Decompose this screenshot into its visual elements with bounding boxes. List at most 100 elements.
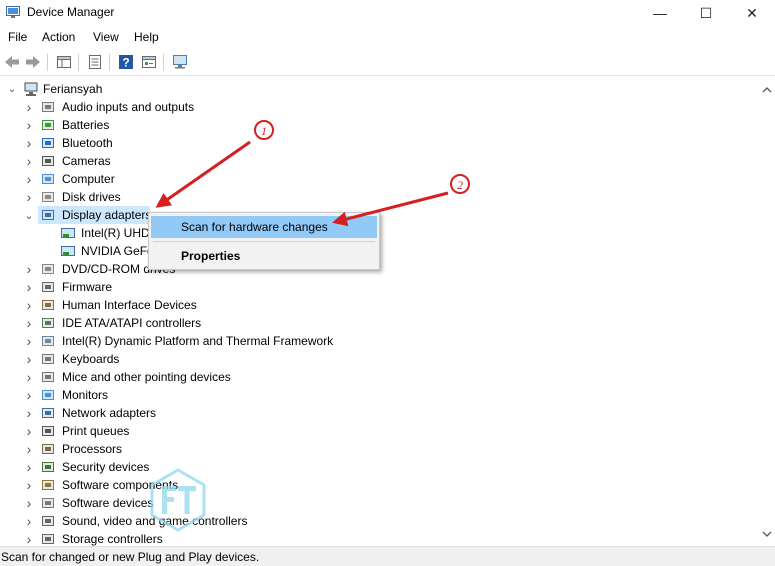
display-adapter-icon (61, 246, 75, 256)
window-title: Device Manager (27, 5, 115, 19)
close-icon: ✕ (746, 4, 758, 21)
tree-item-label: Mice and other pointing devices (62, 370, 231, 384)
toolbar: ? (0, 50, 775, 76)
vertical-scrollbar[interactable] (759, 80, 775, 546)
chevron-right-icon[interactable]: › (24, 512, 34, 530)
tree-item-batteries[interactable]: › Batteries (0, 116, 350, 134)
monitor-scan-icon (173, 55, 187, 69)
tree-item-intel-r-dynamic-platform-and-thermal-framework[interactable]: › Intel(R) Dynamic Platform and Thermal F… (0, 332, 350, 350)
menu-view[interactable]: View (93, 30, 119, 44)
chevron-right-icon[interactable]: › (24, 350, 34, 368)
tree-item-label: Display adapters (62, 208, 152, 222)
tree-item-cameras[interactable]: › Cameras (0, 152, 350, 170)
help-button[interactable]: ? (116, 52, 136, 72)
chevron-right-icon[interactable]: › (24, 260, 34, 278)
menu-item-label: Properties (181, 249, 241, 263)
tree-item-computer[interactable]: › Computer (0, 170, 350, 188)
menu-file[interactable]: File (8, 30, 27, 44)
tree-item-disk-drives[interactable]: › Disk drives (0, 188, 350, 206)
menu-bar: File Action View Help (0, 27, 775, 47)
show-hide-tree-button[interactable] (54, 52, 74, 72)
status-bar: Scan for changed or new Plug and Play de… (0, 546, 775, 566)
keyboard-icon (42, 354, 54, 364)
scan-for-hardware-changes-item[interactable]: Scan for hardware changes (151, 216, 377, 238)
forward-button[interactable] (23, 52, 43, 72)
minimize-button[interactable]: — (637, 0, 683, 26)
tree-child-intel-uhd[interactable]: Intel(R) UHD (0, 224, 150, 242)
tree-item-label: Storage controllers (62, 532, 163, 546)
chevron-right-icon[interactable]: › (24, 440, 34, 458)
tree-item-monitors[interactable]: › Monitors (0, 386, 350, 404)
chevron-right-icon[interactable]: › (24, 530, 34, 546)
tree-item-label: Computer (62, 172, 115, 186)
menu-help[interactable]: Help (134, 30, 159, 44)
chevron-right-icon[interactable]: › (24, 188, 34, 206)
close-button[interactable]: ✕ (729, 0, 775, 26)
chevron-right-icon[interactable]: › (24, 476, 34, 494)
security-icon (42, 462, 54, 472)
maximize-button[interactable]: ☐ (683, 0, 729, 26)
tree-root[interactable]: ⌄ Feriansyah (0, 80, 200, 98)
chevron-right-icon[interactable]: › (24, 278, 34, 296)
storage-icon (42, 534, 54, 544)
help-icon: ? (119, 55, 133, 70)
chevron-right-icon[interactable]: › (24, 404, 34, 422)
properties-icon (57, 56, 71, 68)
action-icon (142, 56, 156, 68)
battery-icon (42, 120, 54, 130)
chevron-right-icon[interactable]: › (24, 98, 34, 116)
chevron-right-icon[interactable]: › (24, 116, 34, 134)
tree-child-label: Intel(R) UHD (81, 226, 150, 240)
chevron-right-icon[interactable]: › (24, 170, 34, 188)
tree-item-label: Firmware (62, 280, 112, 294)
device-tree: ⌄ Feriansyah › Audio inputs and outputs › B… (0, 80, 759, 546)
chevron-right-icon[interactable]: › (24, 458, 34, 476)
tree-item-label: Cameras (62, 154, 111, 168)
tree-item-ide-ata-atapi-controllers[interactable]: › IDE ATA/ATAPI controllers (0, 314, 350, 332)
tree-item-firmware[interactable]: › Firmware (0, 278, 350, 296)
tree-item-print-queues[interactable]: › Print queues (0, 422, 350, 440)
chevron-right-icon[interactable]: › (24, 134, 34, 152)
back-button[interactable] (2, 52, 22, 72)
scan-hardware-button[interactable] (170, 52, 190, 72)
chevron-right-icon[interactable]: › (24, 332, 34, 350)
tree-item-processors[interactable]: › Processors (0, 440, 350, 458)
software-component-icon (42, 480, 54, 490)
context-menu: Scan for hardware changes Properties (148, 212, 380, 270)
chevron-right-icon[interactable]: › (24, 296, 34, 314)
chevron-right-icon[interactable]: › (24, 386, 34, 404)
tree-item-label: Security devices (62, 460, 150, 474)
scroll-down-icon[interactable] (759, 526, 775, 542)
chevron-down-icon[interactable]: ⌄ (7, 80, 17, 98)
tree-item-network-adapters[interactable]: › Network adapters (0, 404, 350, 422)
tree-item-label: Intel(R) Dynamic Platform and Thermal Fr… (62, 334, 334, 348)
tree-child-nvidia[interactable]: NVIDIA GeFo (0, 242, 154, 260)
properties-item[interactable]: Properties (151, 245, 377, 267)
chevron-right-icon[interactable]: › (24, 494, 34, 512)
chevron-right-icon[interactable]: › (24, 314, 34, 332)
maximize-icon: ☐ (699, 4, 713, 21)
computer-root-icon (24, 82, 38, 96)
scroll-up-icon[interactable] (759, 82, 775, 98)
tree-item-label: Processors (62, 442, 123, 456)
tree-item-keyboards[interactable]: › Keyboards (0, 350, 350, 368)
camera-icon (42, 156, 54, 166)
properties-button[interactable] (85, 52, 105, 72)
chip-icon (42, 336, 54, 346)
tree-item-storage-controllers[interactable]: › Storage controllers (0, 530, 350, 546)
chevron-right-icon[interactable]: › (24, 152, 34, 170)
title-bar: Device Manager — ☐ ✕ (0, 0, 775, 26)
tree-item-label: Batteries (62, 118, 110, 132)
tree-item-bluetooth[interactable]: › Bluetooth (0, 134, 350, 152)
tree-item-human-interface-devices[interactable]: › Human Interface Devices (0, 296, 350, 314)
chevron-right-icon[interactable]: › (24, 422, 34, 440)
chevron-down-icon[interactable]: ⌄ (24, 206, 34, 224)
menu-action[interactable]: Action (42, 30, 75, 44)
tree-item-audio-inputs-and-outputs[interactable]: › Audio inputs and outputs (0, 98, 350, 116)
tree-item-mice-and-other-pointing-devices[interactable]: › Mice and other pointing devices (0, 368, 350, 386)
display-adapter-icon (61, 228, 75, 238)
action-button[interactable] (139, 52, 159, 72)
chevron-right-icon[interactable]: › (24, 368, 34, 386)
bluetooth-icon (42, 138, 54, 148)
tree-item-label: Software devices (62, 496, 154, 510)
